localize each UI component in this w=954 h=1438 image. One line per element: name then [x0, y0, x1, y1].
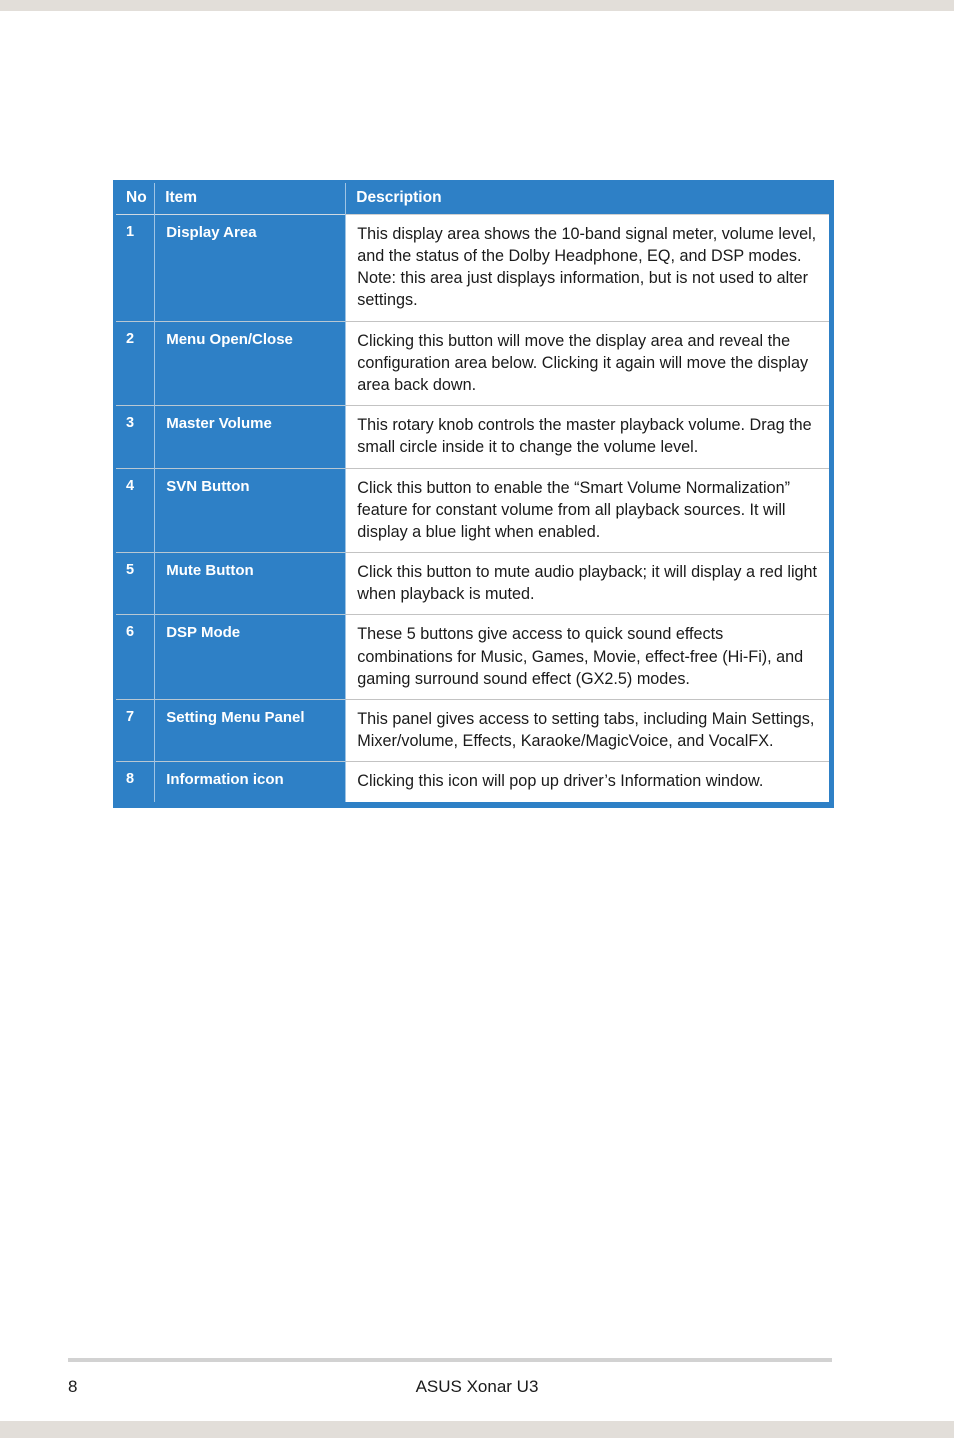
- table-row: 1 Display Area This display area shows the…: [114, 213, 832, 322]
- row-number-cell: 3: [114, 405, 155, 468]
- specification-table-container: No Item Description 1 Display Area This di…: [113, 180, 834, 808]
- column-header-item: Item: [154, 181, 346, 215]
- table-header-row: No Item Description: [114, 181, 832, 215]
- description-paragraph: This panel gives access to setting tabs,…: [357, 710, 815, 751]
- footer-document-title: ASUS Xonar U3: [415, 1377, 539, 1396]
- row-number-cell: 8: [114, 761, 155, 805]
- row-description-cell: Click this button to enable the “Smart V…: [345, 467, 832, 553]
- table-row: 8 Information icon Clicking this icon will…: [114, 761, 832, 805]
- table-row: 4 SVN Button Click this button to enable t…: [114, 467, 832, 553]
- row-number-cell: 6: [114, 614, 155, 700]
- row-item-cell: Display Area: [154, 213, 346, 322]
- table-row: 6 DSP Mode These 5 buttons give access to …: [114, 614, 832, 700]
- row-number-cell: 2: [114, 320, 155, 406]
- row-item-cell: Master Volume: [154, 405, 346, 468]
- description-paragraph: This rotary knob controls the master pla…: [357, 416, 812, 457]
- row-number-cell: 5: [114, 552, 155, 615]
- column-header-no: No: [114, 181, 155, 215]
- row-item-cell: Mute Button: [154, 552, 346, 615]
- description-paragraph: Click this button to enable the “Smart V…: [357, 478, 791, 541]
- description-paragraph: These 5 buttons give access to quick sou…: [357, 625, 804, 688]
- footer-divider-rule: [68, 1358, 832, 1362]
- description-paragraph: Note: this area just displays informatio…: [357, 269, 809, 310]
- row-item-cell: SVN Button: [154, 467, 346, 553]
- row-item-cell: Menu Open/Close: [154, 320, 346, 406]
- row-description-cell: This panel gives access to setting tabs,…: [345, 698, 832, 762]
- row-number-cell: 1: [114, 213, 155, 322]
- row-item-cell: Setting Menu Panel: [154, 698, 346, 762]
- row-description-cell: This rotary knob controls the master pla…: [345, 405, 832, 468]
- page-top-edge-strip: [0, 0, 954, 11]
- description-paragraph: Clicking this icon will pop up driver’s …: [357, 772, 764, 791]
- page-content-area: No Item Description 1 Display Area This di…: [0, 11, 954, 1421]
- specification-table: No Item Description 1 Display Area This di…: [113, 180, 834, 808]
- page-bottom-edge-strip: [0, 1421, 954, 1438]
- table-body: 1 Display Area This display area shows the…: [114, 213, 832, 805]
- column-header-description: Description: [345, 181, 832, 215]
- table-row: 3 Master Volume This rotary knob controls …: [114, 405, 832, 468]
- row-number-cell: 7: [114, 698, 155, 762]
- row-item-cell: Information icon: [154, 761, 346, 805]
- row-description-cell: Clicking this button will move the displ…: [345, 320, 832, 406]
- row-number-cell: 4: [114, 467, 155, 553]
- description-paragraph: Click this button to mute audio playback…: [357, 563, 818, 604]
- table-row: 2 Menu Open/Close Clicking this button wil…: [114, 320, 832, 406]
- table-row: 5 Mute Button Click this button to mute au…: [114, 552, 832, 615]
- row-item-cell: DSP Mode: [154, 614, 346, 700]
- row-description-cell: Clicking this icon will pop up driver’s …: [345, 761, 832, 805]
- row-description-cell: These 5 buttons give access to quick sou…: [345, 614, 832, 700]
- description-paragraph: This display area shows the 10-band sign…: [357, 224, 817, 265]
- row-description-cell: Click this button to mute audio playback…: [345, 552, 832, 615]
- row-description-cell: This display area shows the 10-band sign…: [345, 213, 832, 322]
- page-footer: 8 ASUS Xonar U3: [0, 1358, 954, 1418]
- table-header: No Item Description: [114, 181, 832, 215]
- description-paragraph: Clicking this button will move the displ…: [357, 331, 809, 394]
- table-row: 7 Setting Menu Panel This panel gives acce…: [114, 698, 832, 762]
